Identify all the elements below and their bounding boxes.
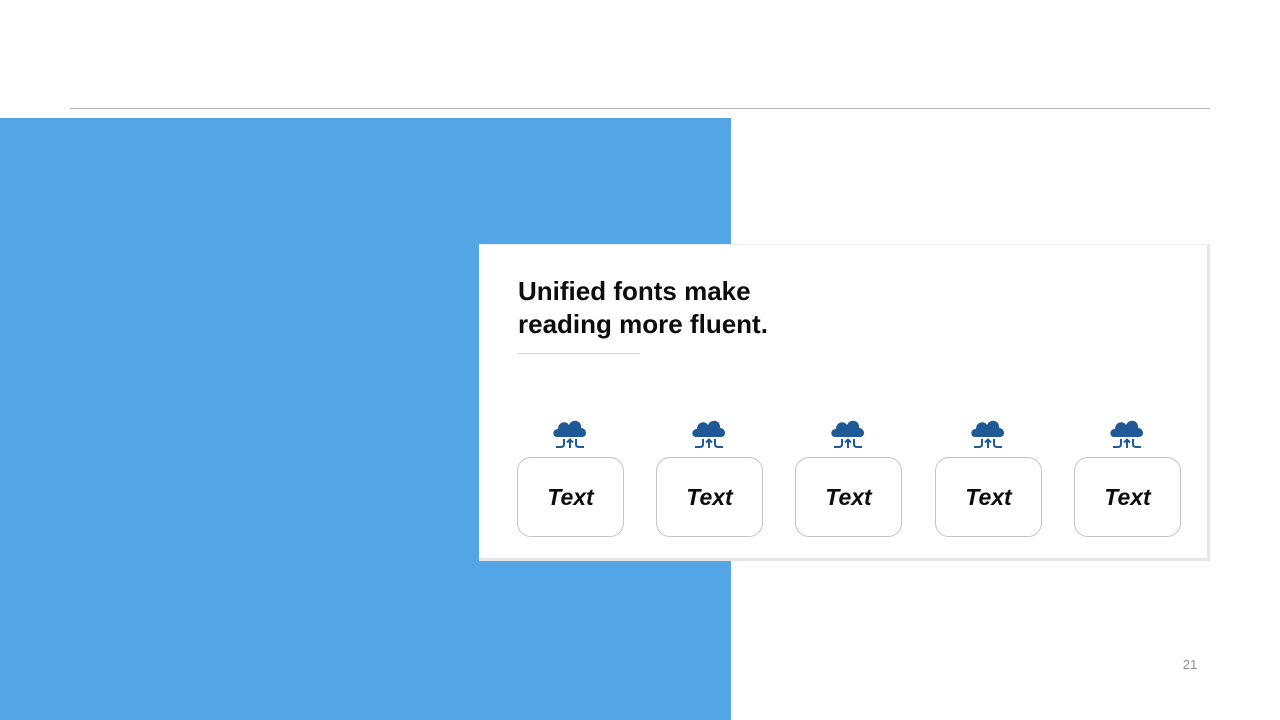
top-divider	[70, 108, 1210, 109]
item-label: Text	[686, 483, 733, 510]
slide: Unified fonts make reading more fluent. …	[0, 0, 1280, 720]
item-label: Text	[825, 483, 872, 510]
item-row: Text Text Text Text Text	[517, 417, 1181, 539]
item-label: Text	[1104, 483, 1151, 510]
item-label: Text	[965, 483, 1012, 510]
card-title: Unified fonts make reading more fluent.	[518, 276, 768, 339]
text-box: Text	[935, 457, 1042, 537]
cloud-transfer-icon	[831, 420, 865, 448]
text-box: Text	[1074, 457, 1181, 537]
cloud-transfer-icon	[553, 420, 587, 448]
content-card: Unified fonts make reading more fluent. …	[479, 244, 1210, 561]
text-box: Text	[656, 457, 763, 537]
item-2: Text	[656, 417, 763, 539]
item-label: Text	[547, 483, 594, 510]
item-5: Text	[1074, 417, 1181, 539]
text-box: Text	[795, 457, 902, 537]
title-underline	[517, 353, 640, 354]
cloud-transfer-icon	[692, 420, 726, 448]
item-4: Text	[935, 417, 1042, 539]
cloud-transfer-icon	[971, 420, 1005, 448]
cloud-transfer-icon	[1110, 420, 1144, 448]
text-box: Text	[517, 457, 624, 537]
item-3: Text	[795, 417, 902, 539]
page-number: 21	[1182, 657, 1198, 672]
item-1: Text	[517, 417, 624, 539]
